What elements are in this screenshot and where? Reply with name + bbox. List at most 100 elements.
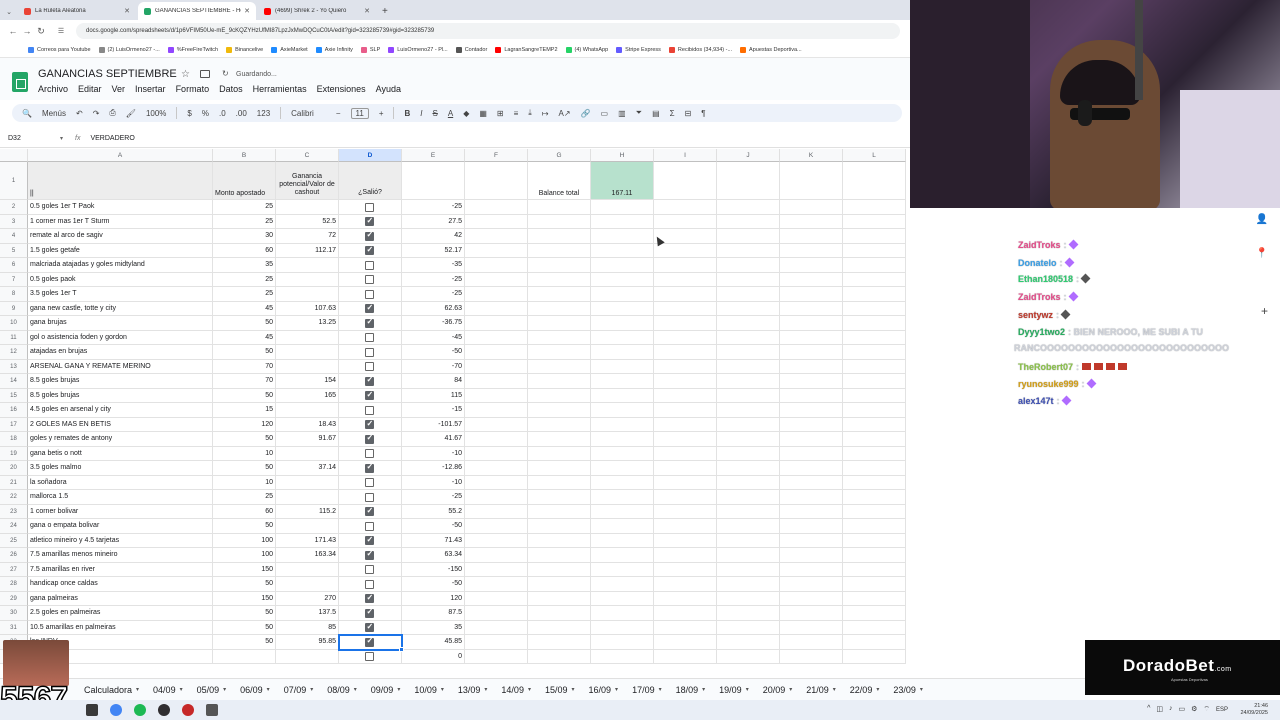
windows-start-icon[interactable] — [86, 704, 98, 716]
profit-cell[interactable]: 0 — [402, 649, 465, 664]
cell[interactable] — [717, 272, 780, 287]
amount-cell[interactable]: 50 — [213, 519, 276, 534]
cell[interactable] — [654, 403, 717, 418]
cell[interactable] — [780, 403, 843, 418]
amount-cell[interactable]: 150 — [213, 591, 276, 606]
cell[interactable] — [591, 591, 654, 606]
cell[interactable] — [591, 388, 654, 403]
cell[interactable] — [717, 287, 780, 302]
sheet-tab[interactable]: 04/09 ▾ — [153, 685, 183, 695]
cell[interactable] — [654, 533, 717, 548]
cell[interactable] — [717, 475, 780, 490]
cell[interactable] — [591, 649, 654, 664]
bookmark-item[interactable]: Binancelive — [226, 46, 263, 53]
profit-cell[interactable]: 27.5 — [402, 214, 465, 229]
amount-cell[interactable]: 50 — [213, 316, 276, 331]
cell[interactable] — [654, 243, 717, 258]
maps-icon[interactable]: 📍 — [1256, 248, 1268, 259]
cell[interactable] — [843, 229, 906, 244]
column-header-k[interactable]: K — [780, 149, 843, 162]
row-header[interactable]: 1 — [0, 162, 28, 200]
cell[interactable] — [717, 359, 780, 374]
profit-cell[interactable]: 41.67 — [402, 432, 465, 447]
profit-cell[interactable]: 71.43 — [402, 533, 465, 548]
font-size-field[interactable]: 11 — [350, 107, 369, 119]
bookmark-item[interactable]: SLP — [360, 46, 380, 53]
filter-icon[interactable]: ⏷ — [636, 108, 642, 118]
chevron-down-icon[interactable]: ▾ — [60, 135, 63, 142]
cell[interactable] — [780, 359, 843, 374]
potential-cell[interactable]: 171.43 — [276, 533, 339, 548]
potential-cell[interactable] — [276, 359, 339, 374]
cell[interactable] — [591, 345, 654, 360]
cell[interactable] — [591, 475, 654, 490]
bookmark-item[interactable]: Apuestas Deportiva... — [740, 46, 802, 53]
chat-username[interactable]: TheRobert07 — [1018, 362, 1073, 372]
sheet-tab[interactable]: Calculadora ▾ — [84, 685, 139, 695]
cell[interactable] — [780, 548, 843, 563]
potential-cell[interactable] — [276, 490, 339, 505]
back-icon[interactable]: ← — [6, 26, 20, 36]
cell[interactable] — [528, 635, 591, 650]
cell[interactable] — [591, 577, 654, 592]
document-title[interactable]: GANANCIAS SEPTIEMBRE — [38, 68, 177, 80]
cell[interactable] — [717, 606, 780, 621]
bet-description-cell[interactable]: gana new castle, totte y city — [28, 301, 213, 316]
star-icon[interactable]: ☆ — [181, 69, 190, 80]
cell[interactable] — [528, 504, 591, 519]
bet-description-cell[interactable]: 2.5 goles en palmeiras — [28, 606, 213, 621]
potential-cell[interactable]: 112.17 — [276, 243, 339, 258]
cell[interactable] — [843, 591, 906, 606]
cell[interactable] — [717, 533, 780, 548]
bet-description-cell[interactable]: 2 GOLES MAS EN BETIS — [28, 417, 213, 432]
column-header-f[interactable]: F — [465, 149, 528, 162]
result-cell[interactable] — [339, 287, 402, 302]
cell[interactable] — [654, 200, 717, 215]
cell[interactable] — [780, 533, 843, 548]
potential-cell[interactable] — [276, 562, 339, 577]
column-header-g[interactable]: G — [528, 149, 591, 162]
row-header[interactable]: 22 — [0, 490, 28, 505]
volume-icon[interactable]: ♪ — [1169, 705, 1173, 714]
cell[interactable] — [780, 272, 843, 287]
sheet-tab[interactable]: 20/09 ▾ — [763, 685, 793, 695]
cell[interactable] — [780, 461, 843, 476]
cell[interactable] — [654, 432, 717, 447]
cell[interactable] — [528, 417, 591, 432]
cell[interactable] — [591, 229, 654, 244]
checkbox-unchecked[interactable] — [365, 652, 374, 662]
cell[interactable] — [843, 606, 906, 621]
checkbox-unchecked[interactable] — [365, 521, 374, 531]
cell[interactable] — [780, 635, 843, 650]
cell[interactable] — [654, 374, 717, 389]
cell[interactable] — [528, 620, 591, 635]
checkbox-checked[interactable] — [365, 607, 374, 618]
cell[interactable] — [465, 490, 528, 505]
cell[interactable] — [843, 272, 906, 287]
bookmark-item[interactable]: AxieMarket — [271, 46, 308, 53]
cell[interactable] — [843, 533, 906, 548]
cell[interactable] — [843, 519, 906, 534]
result-cell[interactable] — [339, 504, 402, 519]
borders-icon[interactable]: ▦ — [479, 109, 487, 118]
result-cell[interactable] — [339, 316, 402, 331]
sheet-tab[interactable]: 08/09 ▾ — [327, 685, 357, 695]
result-cell[interactable] — [339, 417, 402, 432]
cell[interactable] — [591, 519, 654, 534]
bet-description-cell[interactable]: 1.5 goles getafe — [28, 243, 213, 258]
move-folder-icon[interactable] — [200, 70, 210, 78]
bet-description-cell[interactable]: 1 corner mas 1er T Sturm — [28, 214, 213, 229]
cell[interactable] — [717, 243, 780, 258]
cell[interactable] — [465, 475, 528, 490]
amount-cell[interactable]: 60 — [213, 504, 276, 519]
cell[interactable] — [843, 316, 906, 331]
profit-cell[interactable]: 115 — [402, 388, 465, 403]
clock[interactable]: 21:46 24/09/2025 — [1240, 703, 1268, 717]
cell[interactable] — [843, 635, 906, 650]
amount-cell[interactable]: 25 — [213, 490, 276, 505]
profit-cell[interactable]: -25 — [402, 200, 465, 215]
result-cell[interactable] — [339, 533, 402, 548]
paragraph-icon[interactable]: ¶ — [701, 109, 705, 118]
filter-views-icon[interactable]: ▤ — [652, 109, 660, 118]
cell[interactable] — [654, 417, 717, 432]
